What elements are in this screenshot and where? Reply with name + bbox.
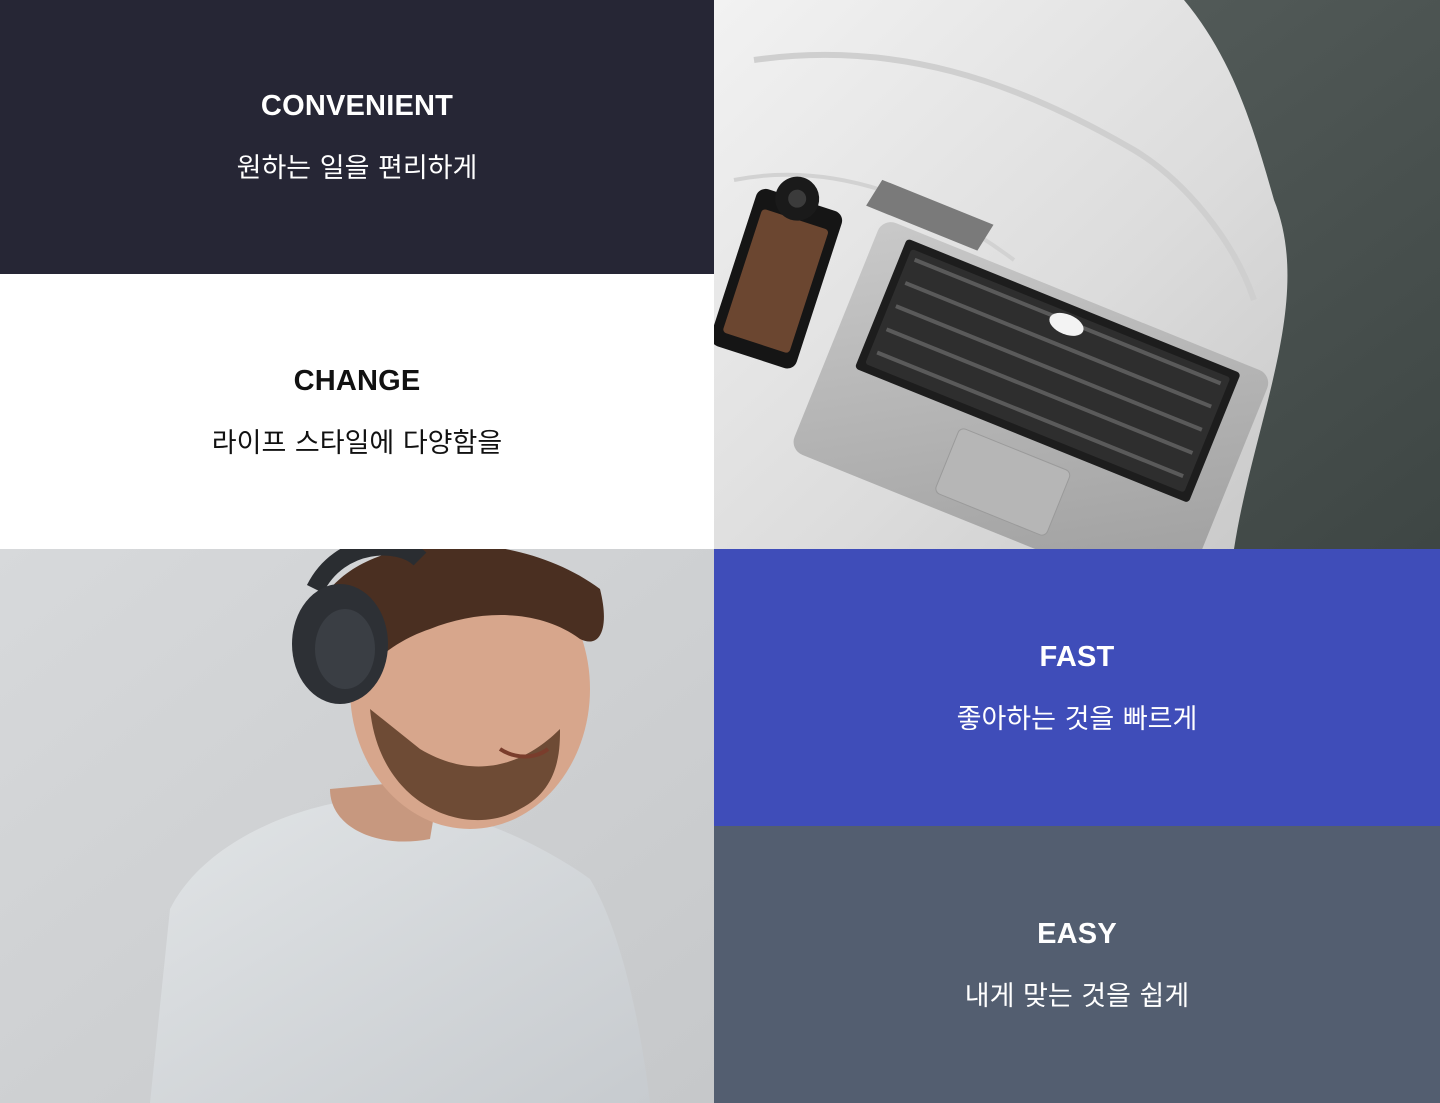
laptop-on-bed-image xyxy=(714,0,1440,549)
person-with-headphones-image xyxy=(0,549,714,1103)
laptop-photo xyxy=(714,0,1440,549)
panel-title: CHANGE xyxy=(293,364,421,397)
panel-fast: FAST 좋아하는 것을 빠르게 xyxy=(714,549,1440,826)
panel-subtitle: 원하는 일을 편리하게 xyxy=(236,153,478,184)
panel-title: EASY xyxy=(1037,917,1117,950)
feature-grid: CONVENIENT 원하는 일을 편리하게 CHANGE 라이프 스타일에 다… xyxy=(0,0,1440,1103)
panel-subtitle: 좋아하는 것을 빠르게 xyxy=(956,703,1198,735)
panel-subtitle: 내게 맞는 것을 쉽게 xyxy=(964,980,1190,1012)
person-photo xyxy=(0,549,714,1103)
panel-subtitle: 라이프 스타일에 다양함을 xyxy=(211,427,503,459)
panel-title: FAST xyxy=(1039,640,1115,673)
panel-convenient: CONVENIENT 원하는 일을 편리하게 xyxy=(0,0,714,274)
panel-change: CHANGE 라이프 스타일에 다양함을 xyxy=(0,274,714,549)
panel-easy: EASY 내게 맞는 것을 쉽게 xyxy=(714,826,1440,1103)
panel-title: CONVENIENT xyxy=(260,90,454,122)
